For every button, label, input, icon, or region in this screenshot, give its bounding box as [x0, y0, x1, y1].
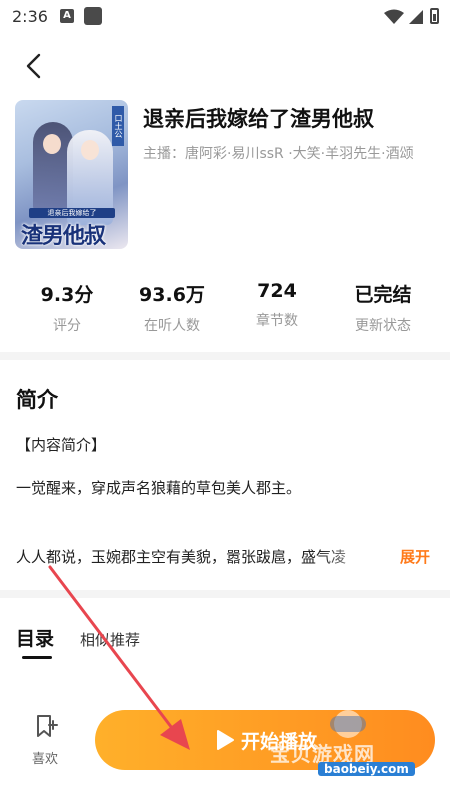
- stat-rating: 9.3分 评分: [11, 280, 123, 335]
- status-time: 2:36: [12, 7, 48, 26]
- battery-icon: [430, 8, 439, 24]
- intro-line: 一觉醒来，穿成声名狼藉的草包美人郡主。: [16, 479, 302, 497]
- cover-face: [81, 140, 99, 160]
- stat-value: 9.3分: [40, 284, 94, 306]
- status-bar: 2:36 A: [0, 0, 450, 34]
- wifi-icon: [384, 9, 404, 24]
- stat-value: 已完结: [354, 284, 412, 306]
- stats-row: 9.3分 评分 93.6万 在听人数 724 章节数 已完结 更新状态: [0, 280, 450, 340]
- back-arrow-icon[interactable]: [22, 52, 46, 80]
- stat-label: 更新状态: [355, 318, 411, 334]
- signal-icon: [409, 10, 423, 24]
- stat-chapters: 724 章节数: [221, 280, 333, 330]
- book-hosts: 主播：唐阿彩·易川ssR ·大笑·羊羽先生·酒颂: [143, 146, 414, 162]
- cover-face: [43, 134, 61, 154]
- cover-title-art: 渣男他叔: [21, 223, 106, 249]
- watermark-site: baobeiy.com: [318, 762, 415, 776]
- cover-subtitle: 退亲后我嫁给了: [29, 208, 115, 218]
- favorite-add-icon: [37, 715, 58, 737]
- section-divider: [0, 352, 450, 360]
- active-tab-underline: [22, 656, 52, 659]
- stat-update-status: 已完结 更新状态: [327, 280, 439, 335]
- tab-similar[interactable]: 相似推荐: [80, 629, 140, 650]
- play-icon: [217, 730, 234, 750]
- stat-label: 在听人数: [144, 318, 200, 334]
- favorite-button[interactable]: 喜欢: [24, 712, 66, 767]
- stat-value: 93.6万: [139, 284, 205, 306]
- notification-a-icon: A: [60, 9, 74, 23]
- stat-value: 724: [257, 280, 297, 302]
- intro-heading: 简介: [16, 388, 58, 412]
- section-divider: [0, 590, 450, 598]
- stat-label: 章节数: [256, 313, 298, 329]
- intro-fade: [320, 542, 400, 568]
- intro-line: 【内容简介】: [16, 436, 107, 454]
- stat-listeners: 93.6万 在听人数: [116, 280, 228, 335]
- book-title: 退亲后我嫁给了渣男他叔: [143, 107, 374, 131]
- tab-catalog[interactable]: 目录: [16, 624, 54, 651]
- favorite-label: 喜欢: [31, 752, 58, 767]
- book-cover: 口土公 退亲后我嫁给了 渣男他叔: [15, 100, 128, 249]
- cover-badge: 口土公: [112, 106, 124, 146]
- notification-app-icon: [84, 7, 102, 25]
- stat-label: 评分: [53, 318, 81, 334]
- expand-link[interactable]: 展开: [400, 546, 430, 567]
